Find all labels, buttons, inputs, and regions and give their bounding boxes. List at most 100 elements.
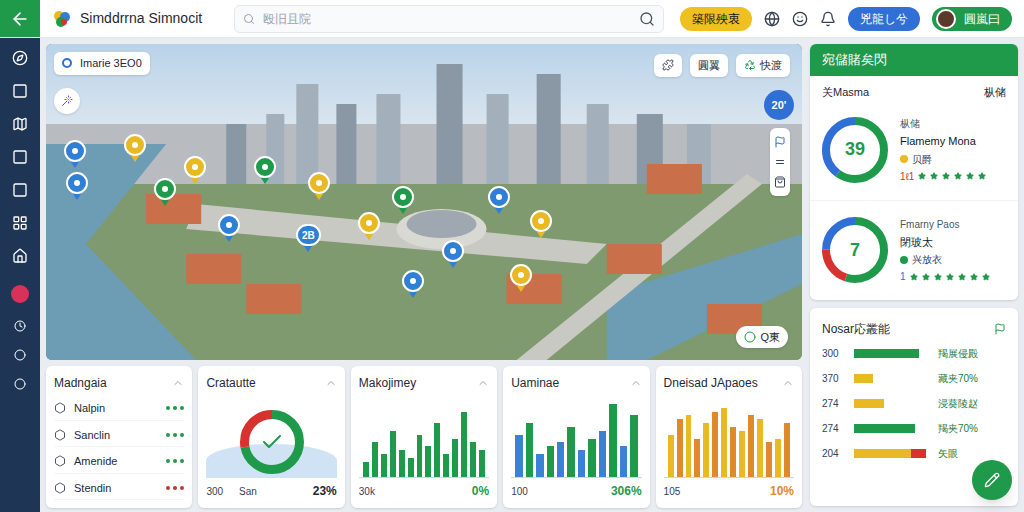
expand-icon[interactable] [782, 377, 794, 389]
pin-icon [72, 148, 78, 154]
city-map[interactable]: 2B Imarie 3EO0 圓翼快渡 20' Q東 [46, 44, 802, 360]
sidebar-item-icon[interactable] [12, 50, 28, 66]
map-pin[interactable] [184, 156, 206, 184]
status-dot [166, 406, 170, 410]
sidebar-item-icon[interactable] [12, 116, 28, 132]
star-icon [942, 172, 950, 180]
map-pin[interactable] [402, 270, 424, 298]
map-pin[interactable]: 2B [296, 224, 321, 252]
wand-icon [61, 95, 73, 107]
tool-button[interactable] [54, 88, 80, 114]
status-dot [173, 486, 177, 490]
primary-button[interactable]: 築限殃衷 [680, 7, 752, 31]
expand-icon[interactable] [325, 377, 337, 389]
summary-item[interactable]: 39枞储Flamemy Mona贝爵1ℓ1 [810, 100, 1018, 201]
chart-bar [557, 442, 564, 477]
chart-bar [609, 404, 616, 477]
map-pin[interactable] [488, 186, 510, 214]
search-button-icon[interactable] [639, 11, 655, 27]
sidebar-item-icon[interactable] [12, 215, 28, 231]
sidebar-item-icon[interactable] [12, 83, 28, 99]
map-pin[interactable] [66, 172, 88, 200]
edit-button[interactable] [972, 460, 1012, 500]
chart-bar [408, 458, 414, 477]
map-pin[interactable] [124, 134, 146, 162]
zoom-badge[interactable]: 20' [764, 90, 794, 120]
sidebar [0, 38, 40, 512]
recycle-icon [744, 59, 756, 71]
pin-icon [400, 194, 406, 200]
map-chip[interactable]: Imarie 3EO0 [54, 52, 150, 75]
flag-icon[interactable] [994, 323, 1006, 335]
list-row[interactable]: Amenide [54, 453, 184, 474]
bag-icon[interactable] [774, 176, 786, 188]
sidebar-item-icon[interactable] [12, 248, 28, 264]
back-button[interactable] [0, 0, 40, 37]
metric-card: MadngaiaNalpinSanclinAmenideStendin [46, 366, 192, 508]
top-bar: Simddrrna Simnocit 殴旧且院築限殃衷 兇龍し兮圓嵐曰 [0, 0, 1024, 38]
metric-card: Cratautte300San23% [198, 366, 344, 508]
user-button[interactable]: 圓嵐曰 [932, 7, 1012, 31]
search-field[interactable]: 殴旧且院 [234, 5, 664, 33]
map-pin[interactable] [530, 210, 552, 238]
chart-bar [620, 446, 627, 477]
app-title: Simddrrna Simnocit [80, 8, 202, 29]
row-icon [54, 429, 66, 441]
map-pin[interactable] [254, 156, 276, 184]
chart-bar [515, 435, 522, 477]
metric-card: Uaminae100306% [503, 366, 649, 508]
smile-icon[interactable] [792, 11, 808, 27]
list-row[interactable]: Stendin [54, 480, 184, 501]
map-pin[interactable] [442, 240, 464, 268]
star-icon [910, 273, 918, 281]
app: Simddrrna Simnocit 殴旧且院築限殃衷 兇龍し兮圓嵐曰 2B Imari… [0, 0, 1024, 512]
globe-icon[interactable] [764, 11, 780, 27]
stats-title: Nosar応叢能 [822, 320, 890, 338]
expand-icon[interactable] [477, 377, 489, 389]
chart-bar [461, 412, 467, 477]
list-row[interactable]: Sanclin [54, 427, 184, 448]
pin-icon [496, 194, 502, 200]
card-footer: 30k0% [359, 482, 489, 500]
sidebar-alert-icon[interactable] [11, 285, 29, 303]
summary-item[interactable]: 7Fmarny Paos閉玻太兴放衣1 [810, 201, 1018, 301]
metric-card: Dneisad JApaoes10510% [656, 366, 802, 508]
star-icon [958, 273, 966, 281]
sidebar-item-icon[interactable] [12, 149, 28, 165]
clock-icon[interactable] [14, 320, 26, 332]
menu-icon[interactable] [774, 156, 786, 168]
card-footer: 10510% [664, 482, 794, 500]
map-pin[interactable] [358, 212, 380, 240]
expand-icon[interactable] [172, 377, 184, 389]
chart-bar [712, 412, 718, 477]
status-dot [173, 433, 177, 437]
chart-bar [526, 423, 533, 477]
rating: 1 [900, 269, 990, 284]
map-button[interactable]: 圓翼 [690, 54, 728, 77]
circle-icon[interactable] [14, 378, 26, 390]
sidebar-item-icon[interactable] [12, 182, 28, 198]
chart-bar [425, 446, 431, 477]
map-pin[interactable] [64, 140, 86, 168]
chart-bar [784, 423, 790, 477]
map-chip-bottom[interactable]: Q東 [736, 326, 788, 349]
map-pin[interactable] [308, 172, 330, 200]
back-arrow-icon [10, 9, 30, 29]
logo[interactable]: Simddrrna Simnocit [52, 8, 222, 29]
map-pin[interactable] [510, 264, 532, 292]
map-pin[interactable] [218, 214, 240, 242]
city-map-picture [46, 44, 802, 360]
puzzle-button[interactable] [654, 54, 682, 77]
bell-icon[interactable] [820, 11, 836, 27]
expand-icon[interactable] [630, 377, 642, 389]
chart-bar [381, 454, 387, 477]
map-pin[interactable] [154, 178, 176, 206]
secondary-button[interactable]: 兇龍し兮 [848, 7, 920, 31]
stats-card: Nosar応叢能300羯展侵殿370藏夹70%274浸葵陵赵274羯夹70%20… [810, 308, 1018, 506]
map-button[interactable]: 快渡 [736, 54, 790, 77]
circle-icon[interactable] [14, 349, 26, 361]
flag-icon[interactable] [774, 136, 786, 148]
status-dot [180, 406, 184, 410]
list-row[interactable]: Nalpin [54, 400, 184, 421]
map-pin[interactable] [392, 186, 414, 214]
